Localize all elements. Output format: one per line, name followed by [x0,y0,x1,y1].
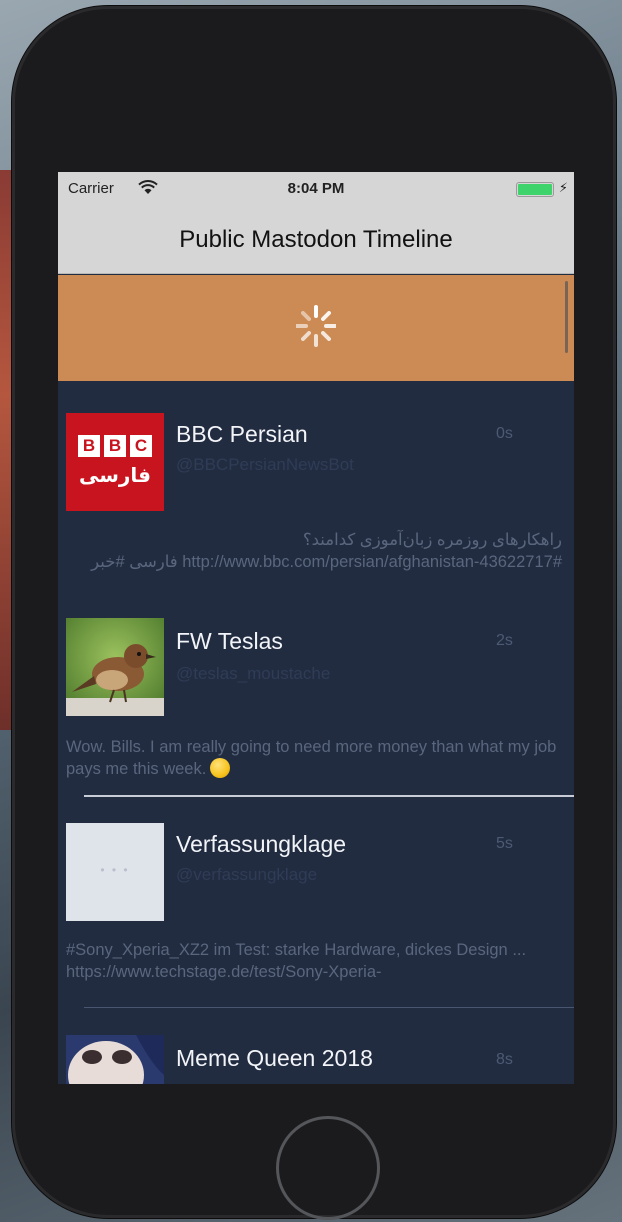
home-button[interactable] [276,1116,380,1220]
timestamp: 2s [496,632,513,649]
page-title: Public Mastodon Timeline [179,226,453,253]
bird-photo [66,618,164,716]
list-item[interactable]: • • • Verfassungklage @verfassungklage 5… [58,801,574,1001]
logo-letter: B [104,435,126,457]
battery-icon [516,182,554,197]
charging-icon: ⚡ [558,180,568,195]
row-divider [84,795,574,797]
navigation-bar: Public Mastodon Timeline [58,206,574,274]
list-item[interactable]: B B C فارسی BBC Persian @BBCPersianNewsB… [58,381,574,581]
timestamp: 0s [496,425,513,442]
spinner-icon [296,305,336,347]
status-bar: Carrier 8:04 PM ⚡ [58,172,574,206]
timestamp: 8s [496,1051,513,1068]
display-name[interactable]: Meme Queen 2018 [176,1045,373,1072]
display-name[interactable]: Verfassungklage [176,831,346,858]
logo-caption: فارسی [78,465,152,487]
list-item[interactable]: Meme Queen 2018 8s [58,1013,574,1084]
app-screen: Carrier 8:04 PM ⚡ Public Mastodon Timeli… [58,172,574,1084]
logo-letter: C [130,435,152,457]
clock: 8:04 PM [287,180,345,197]
username[interactable]: @verfassungklage [176,865,317,885]
username[interactable]: @teslas_moustache [176,664,330,684]
logo-letter: B [78,435,100,457]
avatar[interactable] [66,1035,164,1084]
avatar[interactable] [66,618,164,716]
post-content: Wow. Bills. I am really going to need mo… [66,736,562,780]
timestamp: 5s [496,835,513,852]
avatar[interactable]: B B C فارسی [66,413,164,511]
grimace-emoji-icon [210,758,231,778]
post-content: #Sony_Xperia_XZ2 im Test: starke Hardwar… [66,941,527,981]
meme-photo [66,1035,164,1084]
list-item[interactable]: FW Teslas @teslas_moustache 2s Wow. Bill… [58,586,574,798]
row-divider [84,1007,574,1008]
display-name[interactable]: FW Teslas [176,628,283,655]
display-name[interactable]: BBC Persian [176,421,308,448]
username[interactable]: @BBCPersianNewsBot [176,455,354,475]
post-content: راهکارهای روزمره زبان‌آموزی کدامند؟http:… [91,531,562,571]
post-text: Wow. Bills. I am really going to need mo… [66,738,557,778]
blank-avatar: • • • [66,823,164,921]
bbc-persian-logo: B B C فارسی [66,413,164,511]
pull-to-refresh-banner [58,275,574,381]
scroll-indicator [565,281,568,353]
avatar[interactable]: • • • [66,823,164,921]
